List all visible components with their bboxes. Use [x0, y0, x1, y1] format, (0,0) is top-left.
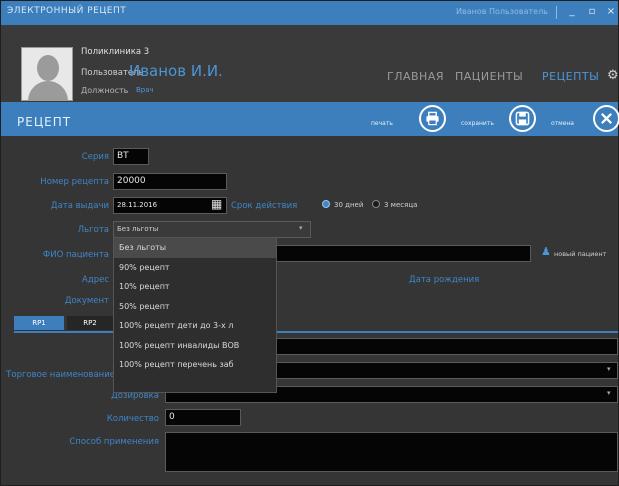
dropdown-option[interactable]: 10% рецепт	[114, 277, 276, 297]
header: Поликлиника 3 Пользователь Иванов И.И. Д…	[1, 25, 619, 102]
usage-label: Способ применения	[69, 437, 159, 447]
calendar-icon[interactable]: ▦	[211, 197, 222, 211]
section-title: РЕЦЕПТ	[17, 115, 72, 129]
rp-name-field[interactable]	[277, 338, 618, 355]
minimize-button[interactable]: _	[565, 5, 579, 19]
print-button[interactable]	[419, 105, 446, 132]
benefit-label: Льгота	[77, 225, 109, 235]
cancel-label: отмена	[551, 120, 574, 127]
dropdown-option[interactable]: 100% рецепт инвалиды ВОВ	[114, 336, 276, 356]
dropdown-option[interactable]: Без льготы	[114, 238, 276, 258]
birth-date-label: Дата рождения	[409, 275, 480, 285]
gear-icon[interactable]: ⚙	[607, 68, 619, 83]
number-label: Номер рецепта	[40, 177, 109, 187]
validity-30-label: 30 дней	[334, 201, 364, 209]
fio-field[interactable]	[277, 245, 531, 262]
role-label: Должность	[81, 86, 129, 95]
document-label: Документ	[64, 296, 109, 306]
cancel-button[interactable]	[593, 105, 619, 132]
section-bar: РЕЦЕПТ печать сохранить отмена	[1, 102, 619, 136]
title-bar: ЭЛЕКТРОННЫЙ РЕЦЕПТ Иванов Пользователь _…	[1, 1, 618, 25]
date-field[interactable]: 28.11.2016	[113, 197, 227, 214]
validity-3m-label: 3 месяца	[384, 201, 418, 209]
title-separator	[556, 6, 557, 19]
app-window: ЭЛЕКТРОННЫЙ РЕЦЕПТ Иванов Пользователь _…	[0, 0, 619, 486]
close-window-button[interactable]: ×	[604, 5, 618, 19]
validity-label: Срок действия	[231, 201, 298, 211]
floppy-icon	[515, 111, 530, 126]
nav-recipes[interactable]: РЕЦЕПТЫ	[542, 70, 599, 83]
dropdown-option[interactable]: 100% рецепт перечень заб	[114, 355, 276, 375]
chevron-down-icon[interactable]: ▾	[607, 365, 611, 373]
tab-rp2[interactable]: RP2	[67, 316, 113, 330]
radio-3-months[interactable]	[372, 200, 380, 208]
tab-rp1[interactable]: RP1	[14, 316, 64, 330]
usage-field[interactable]	[165, 432, 618, 472]
number-field[interactable]: 20000	[113, 173, 227, 190]
dropdown-option[interactable]: 90% рецепт	[114, 258, 276, 278]
org-name: Поликлиника 3	[81, 47, 150, 57]
dropdown-option[interactable]: 100% рецепт дети до 3-х л	[114, 316, 276, 336]
chevron-down-icon[interactable]: ▾	[607, 389, 611, 397]
trade-name-label: Торговое наименование	[6, 370, 115, 380]
quantity-field[interactable]: 0	[165, 409, 241, 426]
nav-patients[interactable]: ПАЦИЕНТЫ	[455, 70, 523, 83]
chevron-down-icon[interactable]: ▾	[299, 224, 303, 232]
series-label: Серия	[81, 152, 109, 162]
user-link[interactable]: Иванов Пользователь	[456, 7, 548, 16]
date-label: Дата выдачи	[50, 201, 109, 211]
benefit-dropdown-list: Без льготы 90% рецепт 10% рецепт 50% рец…	[113, 237, 277, 393]
tab-underline	[14, 331, 618, 333]
dropdown-option[interactable]: 50% рецепт	[114, 297, 276, 317]
nav-main[interactable]: ГЛАВНАЯ	[387, 70, 444, 83]
quantity-label: Количество	[106, 414, 159, 424]
radio-30-days[interactable]	[322, 200, 330, 208]
window-title: ЭЛЕКТРОННЫЙ РЕЦЕПТ	[7, 6, 127, 16]
trade-name-select[interactable]	[277, 362, 618, 379]
role-value: Врач	[136, 86, 154, 94]
add-patient-icon[interactable]: ♟	[541, 245, 551, 258]
printer-icon	[426, 111, 439, 126]
series-field[interactable]: ВТ	[113, 148, 149, 165]
address-label: Адрес	[82, 275, 109, 285]
user-name: Иванов И.И.	[129, 62, 223, 80]
save-button[interactable]	[509, 105, 536, 132]
benefit-select[interactable]: Без льготы	[113, 221, 311, 238]
maximize-button[interactable]: ▫	[585, 5, 599, 19]
avatar-body	[28, 81, 68, 100]
avatar-head	[37, 55, 59, 81]
fio-label: ФИО пациента	[42, 250, 109, 260]
close-icon	[601, 113, 612, 124]
print-label: печать	[371, 120, 393, 127]
new-patient-link[interactable]: новый пациент	[554, 250, 606, 258]
save-label: сохранить	[461, 120, 494, 127]
avatar	[21, 47, 73, 101]
